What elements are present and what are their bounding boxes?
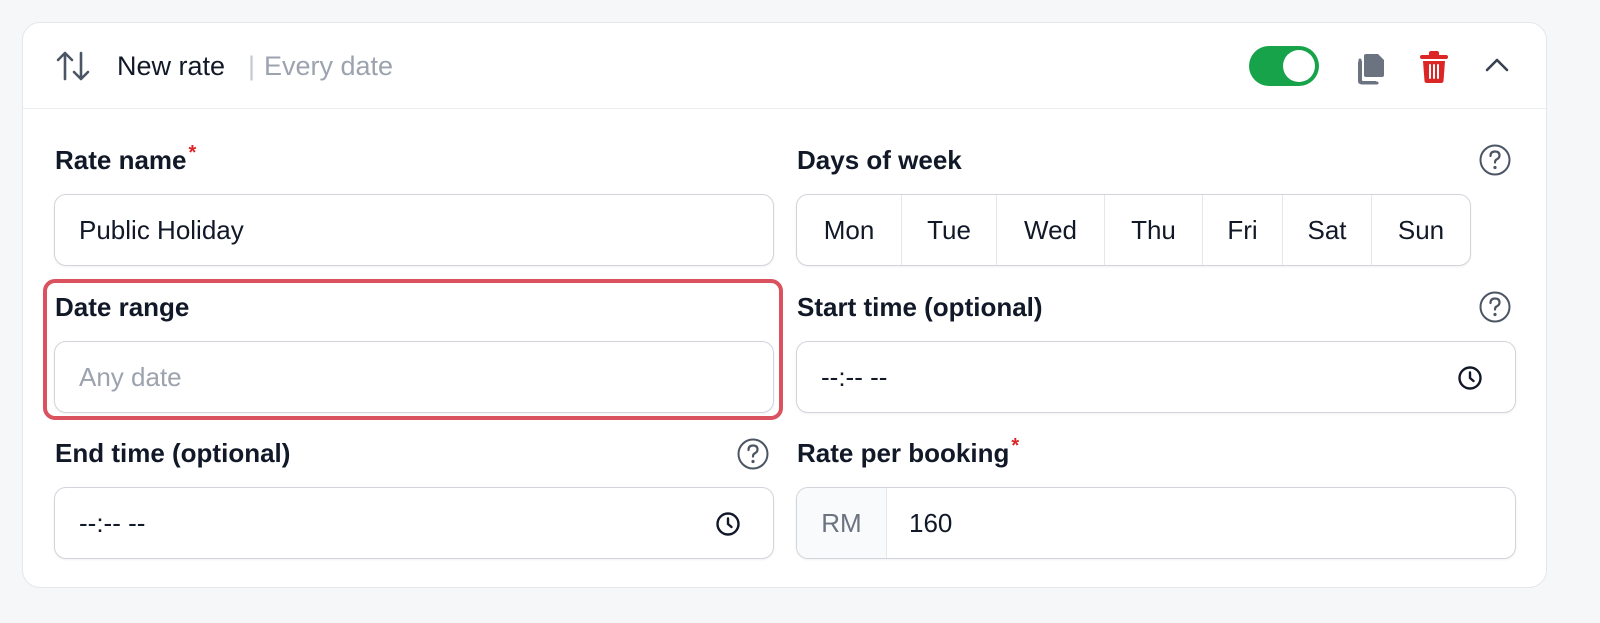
day-tue[interactable]: Tue <box>902 195 997 265</box>
rate-name-label: Rate name * <box>55 142 197 176</box>
rate-per-booking-label-text: Rate per booking <box>797 438 1010 468</box>
rate-per-booking-input[interactable]: 160 <box>909 488 952 558</box>
rate-card: New rate | Every date Rate name * Public … <box>22 22 1547 588</box>
rate-name-value: Public Holiday <box>79 215 244 245</box>
enable-toggle[interactable] <box>1249 46 1319 86</box>
help-icon[interactable] <box>1478 143 1512 177</box>
trash-icon[interactable] <box>1419 49 1449 85</box>
day-sat[interactable]: Sat <box>1283 195 1372 265</box>
day-mon[interactable]: Mon <box>797 195 902 265</box>
chevron-up-icon[interactable] <box>1484 55 1510 75</box>
day-fri[interactable]: Fri <box>1203 195 1283 265</box>
date-range-input[interactable]: Any date <box>54 341 774 413</box>
rate-name-label-text: Rate name <box>55 145 187 175</box>
sort-icon[interactable] <box>55 49 91 83</box>
day-wed[interactable]: Wed <box>997 195 1105 265</box>
required-mark: * <box>188 142 197 164</box>
help-icon[interactable] <box>736 437 770 471</box>
rate-per-booking-label: Rate per booking * <box>797 435 1020 469</box>
start-time-label: Start time (optional) <box>797 292 1043 322</box>
day-sun[interactable]: Sun <box>1372 195 1470 265</box>
start-time-value: --:-- -- <box>821 362 888 392</box>
rate-name-input[interactable]: Public Holiday <box>54 194 774 266</box>
rate-subtitle: Every date <box>264 51 394 81</box>
end-time-label: End time (optional) <box>55 438 291 468</box>
required-mark: * <box>1011 435 1020 457</box>
date-range-label: Date range <box>55 292 190 322</box>
rate-per-booking-field: RM 160 <box>796 487 1516 559</box>
days-of-week-label: Days of week <box>797 145 962 175</box>
rate-title: New rate <box>117 51 226 81</box>
help-icon[interactable] <box>1478 290 1512 324</box>
start-time-input[interactable]: --:-- -- <box>796 341 1516 413</box>
title-separator: | <box>248 51 256 81</box>
copy-icon[interactable] <box>1355 51 1387 85</box>
currency-prefix: RM <box>797 488 887 558</box>
date-range-placeholder: Any date <box>79 362 182 392</box>
clock-icon[interactable] <box>715 511 741 537</box>
day-thu[interactable]: Thu <box>1105 195 1203 265</box>
end-time-input[interactable]: --:-- -- <box>54 487 774 559</box>
days-of-week-selector: Mon Tue Wed Thu Fri Sat Sun <box>796 194 1471 266</box>
rate-card-header[interactable]: New rate | Every date <box>23 23 1546 109</box>
end-time-value: --:-- -- <box>79 508 146 538</box>
clock-icon[interactable] <box>1457 365 1483 391</box>
toggle-knob <box>1283 50 1315 82</box>
